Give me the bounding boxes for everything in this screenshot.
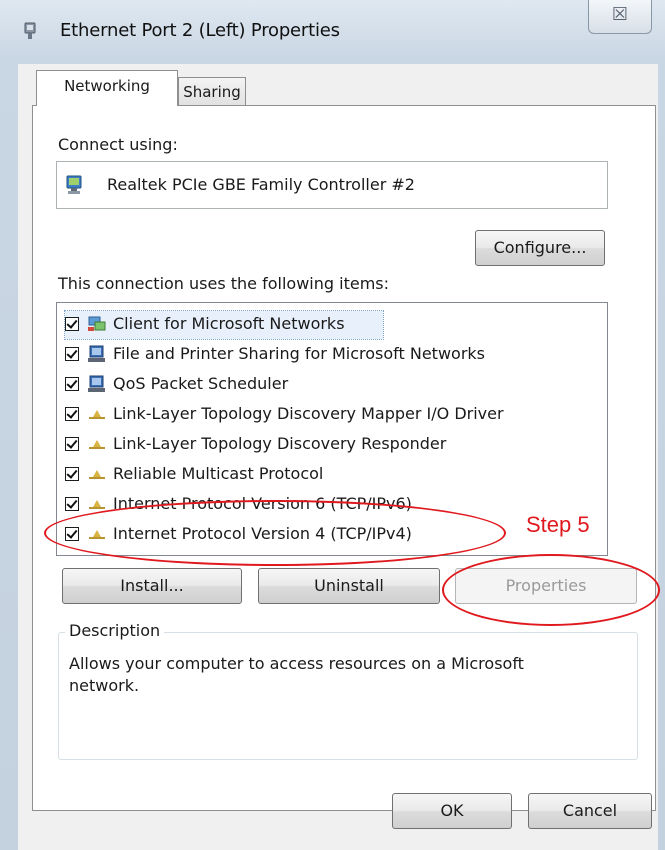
network-adapter-icon [24,22,36,39]
adapter-name: Realtek PCIe GBE Family Controller #2 [107,175,415,194]
service-icon [88,345,105,362]
uninstall-button[interactable]: Uninstall [258,568,440,604]
list-item[interactable]: File and Printer Sharing for Microsoft N… [65,341,595,369]
item-label: Client for Microsoft Networks [113,314,345,333]
list-item[interactable]: Internet Protocol Version 4 (TCP/IPv4) [65,521,595,549]
item-label: File and Printer Sharing for Microsoft N… [113,344,485,363]
checkbox[interactable] [65,317,79,331]
properties-dialog: Ethernet Port 2 (Left) Properties ☒ Netw… [0,0,665,850]
configure-button[interactable]: Configure... [475,230,605,266]
item-label: QoS Packet Scheduler [113,374,289,393]
description-legend: Description [65,621,165,640]
close-button[interactable]: ☒ [588,0,652,34]
list-item[interactable]: QoS Packet Scheduler [65,371,595,399]
checkbox[interactable] [65,347,79,361]
title-bar: Ethernet Port 2 (Left) Properties ☒ [0,0,665,62]
properties-button[interactable]: Properties [455,568,637,604]
ok-button[interactable]: OK [392,793,512,829]
protocol-icon [89,500,105,509]
step-label: Step 5 [526,512,590,537]
protocol-icon [89,470,105,479]
description-groupbox: Description Allows your computer to acce… [58,621,638,760]
item-label: Link-Layer Topology Discovery Responder [113,434,447,453]
protocol-icon [89,410,105,419]
checkbox[interactable] [65,497,79,511]
list-item[interactable]: Link-Layer Topology Discovery Responder [65,431,595,459]
network-adapter-icon [66,175,82,194]
protocol-icon [89,440,105,449]
cancel-button[interactable]: Cancel [528,793,652,829]
checkbox[interactable] [65,377,79,391]
network-client-icon [88,316,106,331]
adapter-field: Realtek PCIe GBE Family Controller #2 [56,161,608,209]
list-item[interactable]: Reliable Multicast Protocol [65,461,595,489]
tab-sharing[interactable]: Sharing [178,77,246,107]
checkbox[interactable] [65,527,79,541]
checkbox[interactable] [65,407,79,421]
items-label: This connection uses the following items… [58,274,389,293]
item-label: Link-Layer Topology Discovery Mapper I/O… [113,404,504,423]
close-icon: ☒ [611,4,629,25]
service-icon [88,375,105,392]
checkbox[interactable] [65,437,79,451]
install-button[interactable]: Install... [62,568,242,604]
list-item[interactable]: Link-Layer Topology Discovery Mapper I/O… [65,401,595,429]
item-label: Internet Protocol Version 6 (TCP/IPv6) [113,494,412,513]
window-title: Ethernet Port 2 (Left) Properties [60,20,340,41]
list-item[interactable]: Internet Protocol Version 6 (TCP/IPv6) [65,491,595,519]
list-item[interactable]: Client for Microsoft Networks [64,310,384,340]
item-label: Reliable Multicast Protocol [113,464,324,483]
description-text: Allows your computer to access resources… [69,654,524,695]
tab-networking[interactable]: Networking [36,70,178,106]
checkbox[interactable] [65,467,79,481]
connect-using-label: Connect using: [58,135,178,154]
protocol-icon [89,530,105,539]
item-label: Internet Protocol Version 4 (TCP/IPv4) [113,524,412,543]
